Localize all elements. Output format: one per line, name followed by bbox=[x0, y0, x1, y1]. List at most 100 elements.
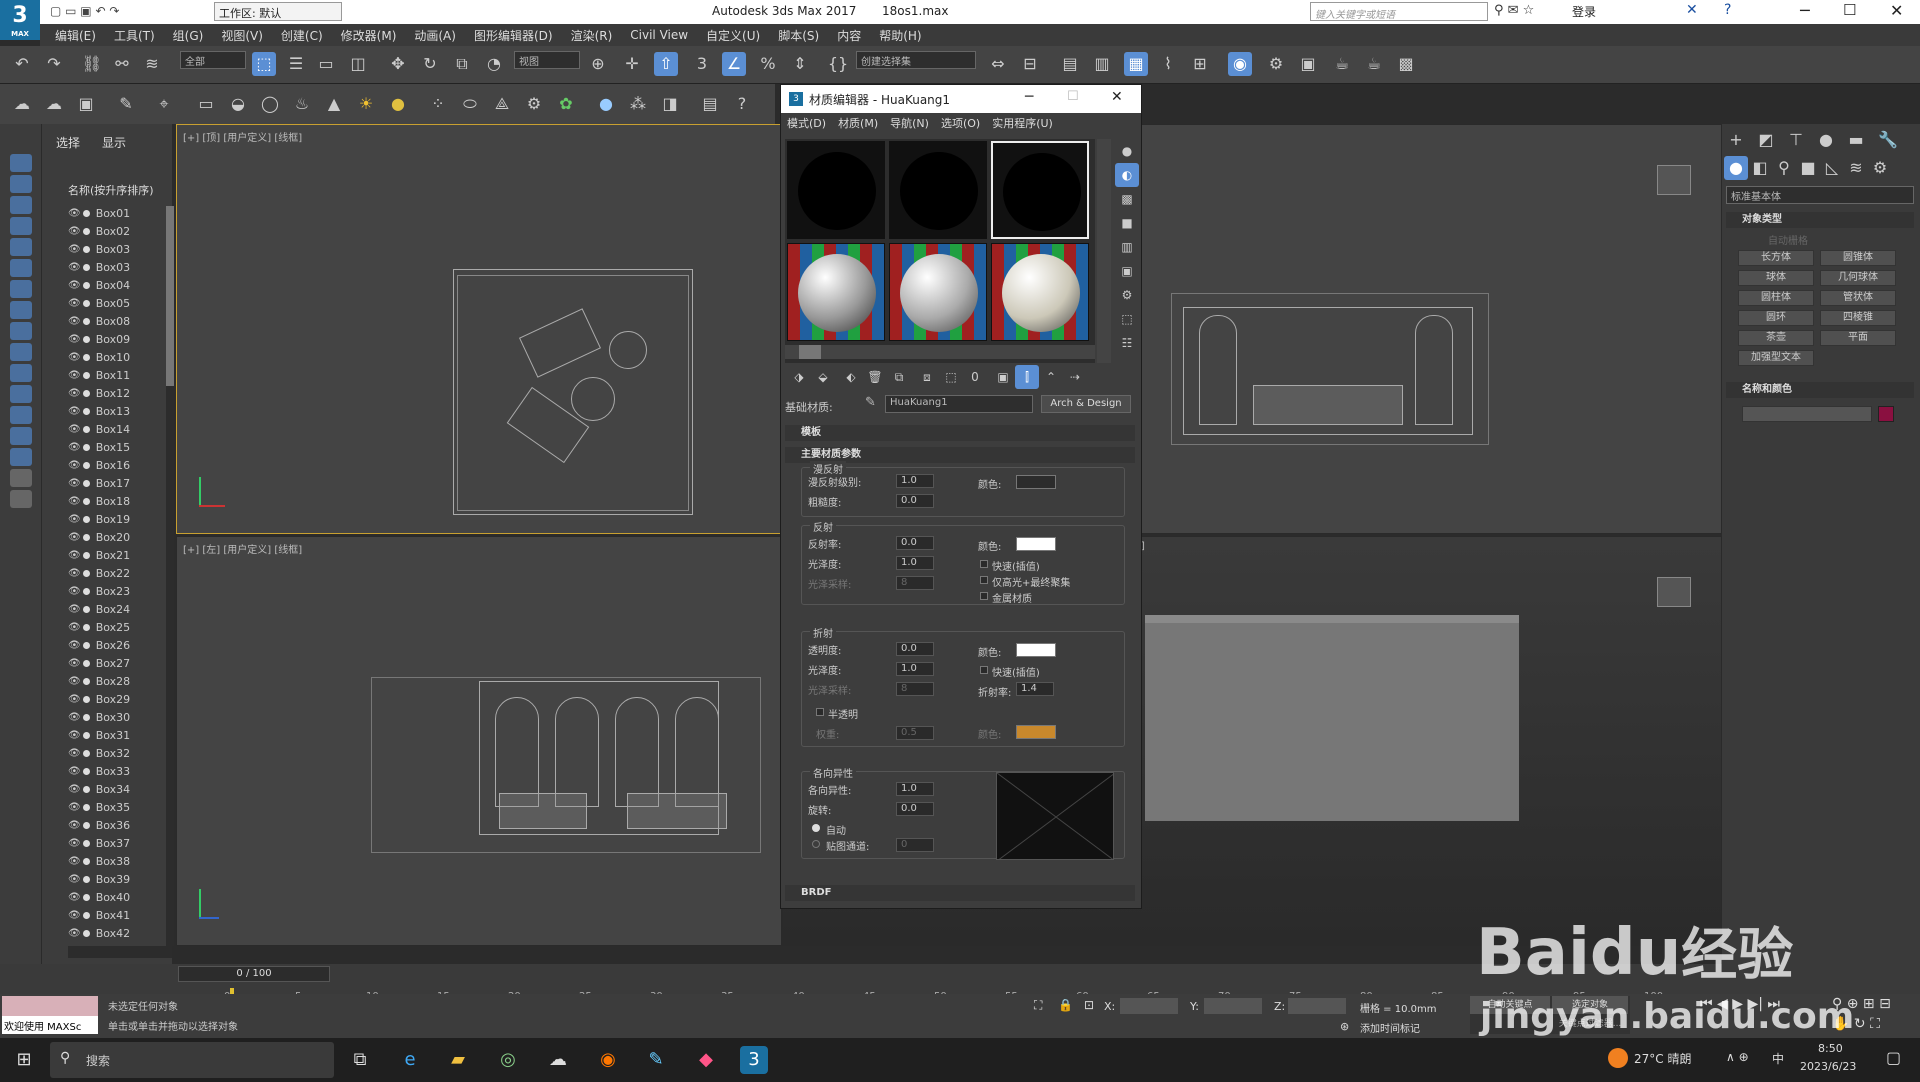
render-dot-icon[interactable] bbox=[82, 677, 90, 685]
lock-icon[interactable] bbox=[10, 490, 32, 508]
scene-list-item[interactable]: 👁 Box25 bbox=[68, 618, 168, 636]
sun-icon[interactable]: ☀ bbox=[354, 92, 378, 116]
pyramid-button[interactable]: 四棱锥 bbox=[1820, 310, 1896, 326]
scene-list-item[interactable]: 👁 Box15 bbox=[68, 438, 168, 456]
cameras-icon[interactable]: ■ bbox=[1796, 156, 1820, 180]
render-dot-icon[interactable] bbox=[82, 659, 90, 667]
refr-fast-checkbox[interactable] bbox=[980, 666, 988, 674]
tab-select[interactable]: 选择 bbox=[56, 134, 80, 151]
scale-icon[interactable]: ⧉ bbox=[450, 52, 474, 76]
display-none-icon[interactable] bbox=[10, 427, 32, 445]
visibility-eye-icon[interactable]: 👁 bbox=[68, 352, 81, 363]
maxscript-listener[interactable] bbox=[2, 996, 98, 1016]
render-dot-icon[interactable] bbox=[82, 281, 90, 289]
menu-customize[interactable]: 自定义(U) bbox=[697, 27, 769, 44]
menu-civil-view[interactable]: Civil View bbox=[621, 28, 697, 42]
rotate-icon[interactable]: ↻ bbox=[418, 52, 442, 76]
visibility-eye-icon[interactable]: 👁 bbox=[68, 532, 81, 543]
render-dot-icon[interactable] bbox=[82, 497, 90, 505]
visibility-eye-icon[interactable]: 👁 bbox=[68, 370, 81, 381]
firefox-icon[interactable]: ◉ bbox=[594, 1046, 622, 1074]
render-dot-icon[interactable] bbox=[82, 803, 90, 811]
scene-list-item[interactable]: 👁 Box02 bbox=[68, 222, 168, 240]
uv-tiling-icon[interactable]: ■ bbox=[1115, 211, 1139, 235]
scene-list-item[interactable]: 👁 Box30 bbox=[68, 708, 168, 726]
anisotropy-spinner[interactable]: 1.0 bbox=[896, 782, 934, 796]
geosphere-button[interactable]: 几何球体 bbox=[1820, 270, 1896, 286]
menu-content[interactable]: 内容 bbox=[828, 27, 870, 44]
render-dot-icon[interactable] bbox=[82, 713, 90, 721]
menu-rendering[interactable]: 渲染(R) bbox=[562, 27, 622, 44]
cloud-icon[interactable]: ☁ bbox=[42, 92, 66, 116]
reflectivity-spinner[interactable]: 0.0 bbox=[896, 536, 934, 550]
scene-list-item[interactable]: 👁 Box28 bbox=[68, 672, 168, 690]
name-color-rollout[interactable]: 名称和颜色 bbox=[1726, 382, 1914, 398]
isolate-icon[interactable]: ⛶ bbox=[1034, 998, 1042, 1013]
scene-list-item[interactable]: 👁 Box13 bbox=[68, 402, 168, 420]
schematic-view-icon[interactable]: ⊞ bbox=[1188, 52, 1212, 76]
scene-list-item[interactable]: 👁 Box09 bbox=[68, 330, 168, 348]
scene-list-item[interactable]: 👁 Box21 bbox=[68, 546, 168, 564]
brdf-rollout[interactable]: BRDF bbox=[785, 885, 1135, 901]
systems-icon[interactable]: ⚙ bbox=[1868, 156, 1892, 180]
menu-views[interactable]: 视图(V) bbox=[212, 27, 272, 44]
z-field[interactable] bbox=[1288, 998, 1346, 1014]
minimize-icon[interactable]: ─ bbox=[1800, 1, 1810, 20]
render-dot-icon[interactable] bbox=[82, 479, 90, 487]
show-shaded-icon[interactable]: ▣ bbox=[991, 365, 1015, 389]
teapot-button[interactable]: 茶壶 bbox=[1738, 330, 1814, 346]
file-explorer-icon[interactable]: ▰ bbox=[444, 1046, 472, 1074]
refr-samples-spinner[interactable]: 8 bbox=[896, 682, 934, 696]
refr-color-swatch[interactable] bbox=[1016, 643, 1056, 657]
display-tab-icon[interactable]: ▬ bbox=[1844, 128, 1868, 152]
scene-list-item[interactable]: 👁 Box32 bbox=[68, 744, 168, 762]
eyedropper-icon[interactable]: ✎ bbox=[865, 395, 876, 410]
render-dot-icon[interactable] bbox=[82, 461, 90, 469]
unlink-icon[interactable]: ⚯ bbox=[110, 52, 134, 76]
object-name-field[interactable] bbox=[1742, 406, 1872, 422]
particles-icon[interactable]: ⁘ bbox=[426, 92, 450, 116]
me-menu-utilities[interactable]: 实用程序(U) bbox=[986, 115, 1059, 131]
utilities-tab-icon[interactable]: 🔧 bbox=[1876, 128, 1900, 152]
scene-list-item[interactable]: 👁 Box34 bbox=[68, 780, 168, 798]
teapot-icon[interactable]: ☁ bbox=[10, 92, 34, 116]
visibility-eye-icon[interactable]: 👁 bbox=[68, 244, 81, 255]
render-dot-icon[interactable] bbox=[82, 929, 90, 937]
hierarchy-tab-icon[interactable]: ⊤ bbox=[1784, 128, 1808, 152]
viewcube-front-icon[interactable] bbox=[1657, 165, 1691, 195]
viewport-top-label[interactable]: [+] [顶] [用户定义] [线框] bbox=[183, 129, 302, 144]
material-id-icon[interactable]: 0 bbox=[963, 365, 987, 389]
map-icon[interactable]: ◨ bbox=[658, 92, 682, 116]
refl-color-swatch[interactable] bbox=[1016, 537, 1056, 551]
snap-3d-icon[interactable]: 3 bbox=[690, 52, 714, 76]
scene-list-item[interactable]: 👁 Box17 bbox=[68, 474, 168, 492]
render-iterative-icon[interactable]: ☕ bbox=[1362, 52, 1386, 76]
ribbon-icon[interactable]: ▦ bbox=[1124, 52, 1148, 76]
display-geometry-icon[interactable] bbox=[10, 154, 32, 172]
scene-scroll-thumb[interactable] bbox=[166, 206, 174, 386]
metal-checkbox[interactable] bbox=[980, 592, 988, 600]
absolute-mode-icon[interactable]: ⊡ bbox=[1084, 998, 1094, 1012]
x-field[interactable] bbox=[1120, 998, 1178, 1014]
dome-icon[interactable]: ◒ bbox=[226, 92, 250, 116]
visibility-eye-icon[interactable]: 👁 bbox=[68, 856, 81, 867]
visibility-eye-icon[interactable]: 👁 bbox=[68, 586, 81, 597]
templates-rollout[interactable]: 模板 bbox=[785, 425, 1135, 441]
mirror-icon[interactable]: ⇔ bbox=[986, 52, 1010, 76]
helpers-icon[interactable]: ◺ bbox=[1820, 156, 1844, 180]
scene-list-item[interactable]: 👁 Box27 bbox=[68, 654, 168, 672]
primitive-type-dropdown[interactable]: 标准基本体 bbox=[1726, 186, 1914, 204]
edge-icon[interactable]: e bbox=[396, 1046, 424, 1074]
menu-edit[interactable]: 编辑(E) bbox=[46, 27, 105, 44]
render-dot-icon[interactable] bbox=[82, 767, 90, 775]
visibility-eye-icon[interactable]: 👁 bbox=[68, 820, 81, 831]
visibility-eye-icon[interactable]: 👁 bbox=[68, 766, 81, 777]
quick-access-icons[interactable]: ▢ ▭ ▣ ↶ ↷ bbox=[50, 4, 119, 18]
reference-coord-dropdown[interactable]: 视图 bbox=[514, 51, 580, 69]
workspace-dropdown[interactable]: 工作区: 默认 bbox=[214, 2, 342, 21]
object-color-swatch[interactable] bbox=[1878, 406, 1894, 422]
me-minimize-icon[interactable]: ─ bbox=[1025, 89, 1033, 105]
app-icon-1[interactable]: ◎ bbox=[494, 1046, 522, 1074]
render-dot-icon[interactable] bbox=[82, 371, 90, 379]
spinner-snap-icon[interactable]: ⇕ bbox=[788, 52, 812, 76]
